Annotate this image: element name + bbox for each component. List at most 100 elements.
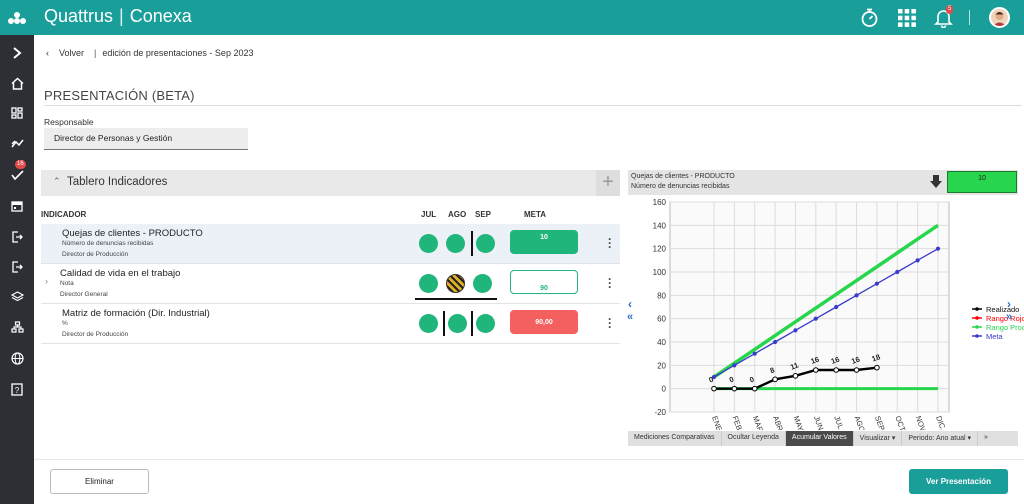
row-menu-icon[interactable]: · · ·: [607, 273, 613, 293]
next-chevron-icon[interactable]: ›: [1007, 297, 1011, 311]
chart-header: Quejas de clientes - PRODUCTO Número de …: [628, 170, 1018, 195]
meta-point: [935, 246, 941, 251]
indicator-row[interactable]: › Calidad de vida en el trabajo Nota Dir…: [41, 264, 620, 304]
responsable-field[interactable]: Director de Personas y Gestión: [44, 128, 248, 150]
period-marker-right: [471, 311, 473, 336]
status-dot-ago[interactable]: [446, 274, 465, 293]
user-avatar[interactable]: [989, 7, 1010, 28]
realizado-point: [874, 364, 880, 371]
dashboard-icon[interactable]: [0, 100, 34, 126]
x-tick-label: DIC. / 23: [934, 415, 953, 430]
meta-point: [895, 269, 900, 275]
tab-ocultar-leyenda[interactable]: Ocultar Leyenda: [722, 431, 786, 446]
realizado-point: [853, 367, 860, 373]
responsable-label: Responsable: [44, 117, 94, 127]
realizado-point: [833, 367, 839, 373]
next-double-chevron-icon[interactable]: »: [1006, 311, 1012, 323]
legend-entry: Realizado: [986, 305, 1019, 314]
trend-icon[interactable]: [0, 130, 34, 156]
meta-point: [854, 293, 859, 298]
view-presentation-button[interactable]: Ver Presentación: [909, 469, 1008, 494]
row-menu-icon[interactable]: · · ·: [607, 233, 613, 253]
legend-marker: [975, 334, 979, 338]
expand-row-chevron-icon[interactable]: ›: [45, 276, 48, 286]
layers-icon[interactable]: [0, 284, 34, 310]
meta-value[interactable]: 90: [510, 270, 578, 294]
realizado-point: [751, 385, 758, 392]
collapse-chevron-icon[interactable]: ⌃: [53, 176, 61, 187]
status-dot-sep[interactable]: [476, 314, 495, 333]
expand-sidebar-icon[interactable]: [0, 40, 34, 66]
delete-button[interactable]: Eliminar: [50, 469, 149, 494]
indicators-panel-title: Tablero Indicadores: [67, 176, 168, 188]
hierarchy-icon[interactable]: [0, 314, 34, 340]
meta-point: [874, 281, 880, 286]
x-tick-label: AGO.: [853, 415, 868, 430]
tasks-badge: 16: [15, 160, 26, 169]
calendar-icon[interactable]: [0, 193, 34, 219]
y-tick-label: 120: [653, 245, 667, 254]
meta-value[interactable]: 90,00: [510, 310, 578, 334]
tab-mediciones-comparativas[interactable]: Mediciones Comparativas: [628, 431, 722, 446]
tab-more[interactable]: »: [978, 431, 994, 446]
indicator-row[interactable]: Matriz de formación (Dir. Industrial) % …: [41, 304, 620, 344]
globe-icon[interactable]: [0, 345, 34, 371]
top-bar: Quattrus | Conexa 5: [34, 0, 1024, 35]
timer-icon[interactable]: [860, 7, 879, 28]
x-tick-label: ABR.: [771, 415, 785, 430]
app-logo-icon[interactable]: [0, 0, 34, 35]
home-icon[interactable]: [0, 70, 34, 96]
y-tick-label: 60: [657, 315, 666, 324]
x-tick-label: NOV.: [914, 415, 928, 430]
indicator-name: Matriz de formación (Dir. Industrial): [62, 308, 210, 319]
meta-point: [752, 351, 757, 356]
prev-double-chevron-icon[interactable]: «: [627, 311, 633, 323]
help-icon[interactable]: ?: [0, 376, 34, 402]
row-menu-icon[interactable]: · · ·: [607, 313, 613, 333]
meta-point: [711, 374, 717, 380]
title-divider: [44, 105, 1022, 106]
apps-grid-icon[interactable]: [898, 7, 916, 28]
indicator-row[interactable]: Quejas de clientes - PRODUCTO Número de …: [41, 224, 620, 264]
y-tick-label: 160: [653, 198, 667, 207]
prev-chevron-icon[interactable]: ‹: [628, 297, 632, 311]
indicator-unit: Número de denuncias recibidas: [62, 240, 154, 247]
tab-periodo[interactable]: Periodo: Ano atual ▾: [902, 431, 979, 446]
export-icon[interactable]: [0, 224, 34, 250]
notification-count-badge: 5: [946, 5, 954, 14]
status-dot-sep[interactable]: [476, 234, 495, 253]
breadcrumb: ‹ Volver | edición de presentaciones - S…: [46, 48, 254, 58]
download-arrow-icon[interactable]: [930, 175, 942, 190]
x-tick-label: SEP.: [873, 415, 887, 430]
status-dot-sep[interactable]: [473, 274, 492, 293]
tab-visualizar[interactable]: Visualizar ▾: [854, 431, 903, 446]
indicator-owner: Director General: [60, 291, 108, 298]
status-dot-jul[interactable]: [419, 234, 438, 253]
period-underline: [415, 298, 497, 300]
realizado-point: [792, 373, 799, 379]
tab-acumular-valores[interactable]: Acumular Valores: [785, 431, 854, 446]
y-tick-label: 100: [653, 268, 667, 277]
status-dot-ago[interactable]: [446, 234, 465, 253]
meta-point: [772, 339, 778, 345]
notifications-bell-icon[interactable]: 5: [934, 5, 954, 28]
y-tick-label: 80: [657, 291, 666, 300]
back-chevron-icon[interactable]: ‹: [46, 48, 49, 58]
status-dot-jul[interactable]: [419, 274, 438, 293]
tasks-icon[interactable]: 16: [0, 160, 34, 188]
realizado-point: [731, 385, 738, 392]
back-link[interactable]: Volver: [59, 48, 84, 58]
realizado-point: [772, 376, 778, 383]
meta-value[interactable]: 10: [510, 230, 578, 254]
status-dot-ago[interactable]: [448, 314, 467, 333]
y-tick-label: 20: [657, 361, 666, 370]
logout-icon[interactable]: [0, 254, 34, 280]
realizado-point: [813, 367, 819, 373]
add-indicator-button[interactable]: +: [596, 170, 620, 196]
x-tick-label: MAY.: [792, 415, 806, 430]
x-tick-label: JUL.: [832, 415, 846, 430]
status-dot-jul[interactable]: [419, 314, 438, 333]
y-tick-label: -20: [654, 408, 666, 417]
indicator-owner: Director de Producción: [62, 251, 129, 258]
col-ago: AGO: [448, 210, 467, 219]
